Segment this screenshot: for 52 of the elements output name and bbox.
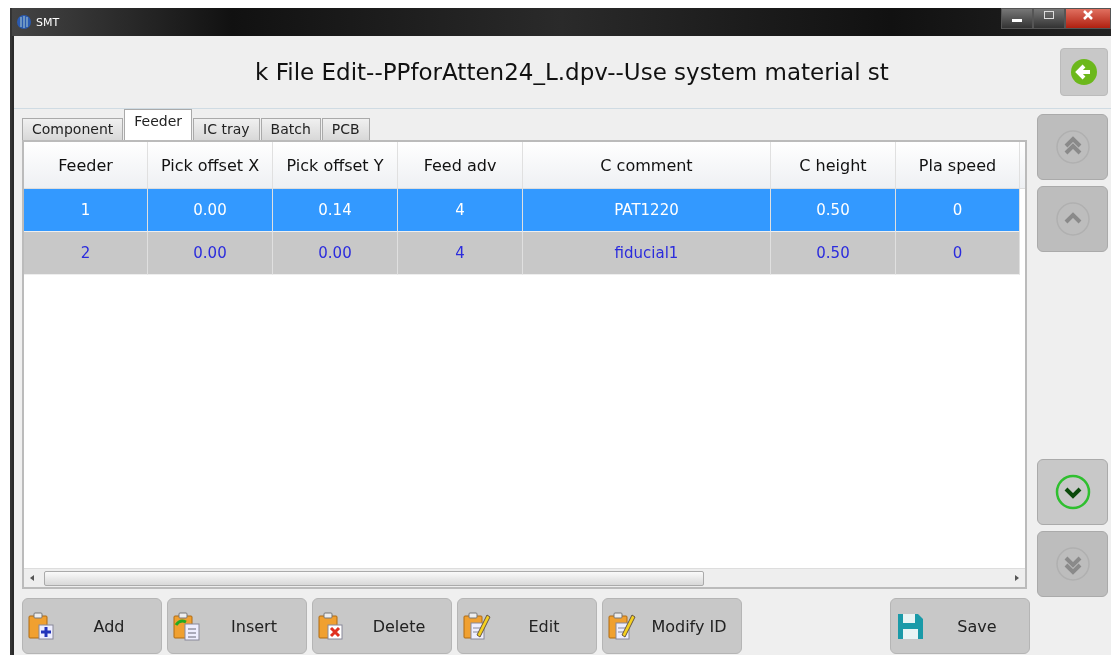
- horizontal-scrollbar[interactable]: [24, 568, 1025, 587]
- table-cell: 4: [398, 232, 523, 275]
- double-up-icon: [1054, 129, 1091, 165]
- clipboard-icon: [462, 611, 492, 641]
- tab[interactable]: Batch: [260, 118, 321, 140]
- minimize-button[interactable]: [1001, 8, 1033, 29]
- column-header[interactable]: Pla speed: [896, 142, 1020, 188]
- table-cell: 0: [896, 232, 1020, 275]
- toolbar-button[interactable]: Edit: [457, 598, 597, 654]
- tab[interactable]: Feeder: [124, 109, 193, 140]
- double-down-icon: [1054, 546, 1091, 582]
- column-header[interactable]: Feed adv: [398, 142, 523, 188]
- tab[interactable]: IC tray: [193, 118, 260, 140]
- clipboard-icon: [27, 611, 57, 641]
- table-cell: 0.50: [771, 232, 896, 275]
- table-cell: fiducial1: [523, 232, 771, 275]
- maximize-icon: [1043, 9, 1055, 21]
- app-logo-icon: [16, 14, 32, 30]
- maximize-button[interactable]: [1033, 8, 1065, 29]
- table-cell: 0.00: [148, 232, 273, 275]
- chevron-down-icon: [1054, 474, 1091, 510]
- page-title: k File Edit--PPforAtten24_L.dpv--Use system material st: [254, 59, 890, 85]
- chevron-up-icon: [1054, 201, 1091, 237]
- table-cell: 2: [24, 232, 148, 275]
- scroll-button[interactable]: [1037, 459, 1108, 525]
- tab[interactable]: PCB: [321, 118, 370, 140]
- table-cell: 0.50: [771, 189, 896, 232]
- minimize-icon: [1012, 19, 1022, 22]
- toolbar-button[interactable]: Add: [22, 598, 162, 654]
- toolbar-button[interactable]: Delete: [312, 598, 452, 654]
- table-cell: 1: [24, 189, 148, 232]
- column-header[interactable]: Pick offset X: [148, 142, 273, 188]
- column-header[interactable]: Pick offset Y: [273, 142, 398, 188]
- table-cell: 0.14: [273, 189, 398, 232]
- close-button[interactable]: [1065, 8, 1111, 29]
- clipboard-icon: [607, 611, 637, 641]
- table-cell: 0.00: [148, 189, 273, 232]
- table-cell: 4: [398, 189, 523, 232]
- tab[interactable]: Component: [22, 118, 124, 140]
- table-cell: 0: [896, 189, 1020, 232]
- table-cell: PAT1220: [523, 189, 771, 232]
- toolbar-button[interactable]: Modify ID: [602, 598, 742, 654]
- toolbar-button[interactable]: Save: [890, 598, 1030, 654]
- back-button[interactable]: [1060, 48, 1108, 96]
- close-icon: [1082, 9, 1094, 21]
- clipboard-icon: [172, 611, 202, 641]
- window-title: SMT: [36, 15, 60, 29]
- table-cell: 0.00: [273, 232, 398, 275]
- column-header[interactable]: C comment: [523, 142, 771, 188]
- column-header[interactable]: C height: [771, 142, 896, 188]
- toolbar-button[interactable]: Insert: [167, 598, 307, 654]
- column-header[interactable]: Feeder: [24, 142, 148, 188]
